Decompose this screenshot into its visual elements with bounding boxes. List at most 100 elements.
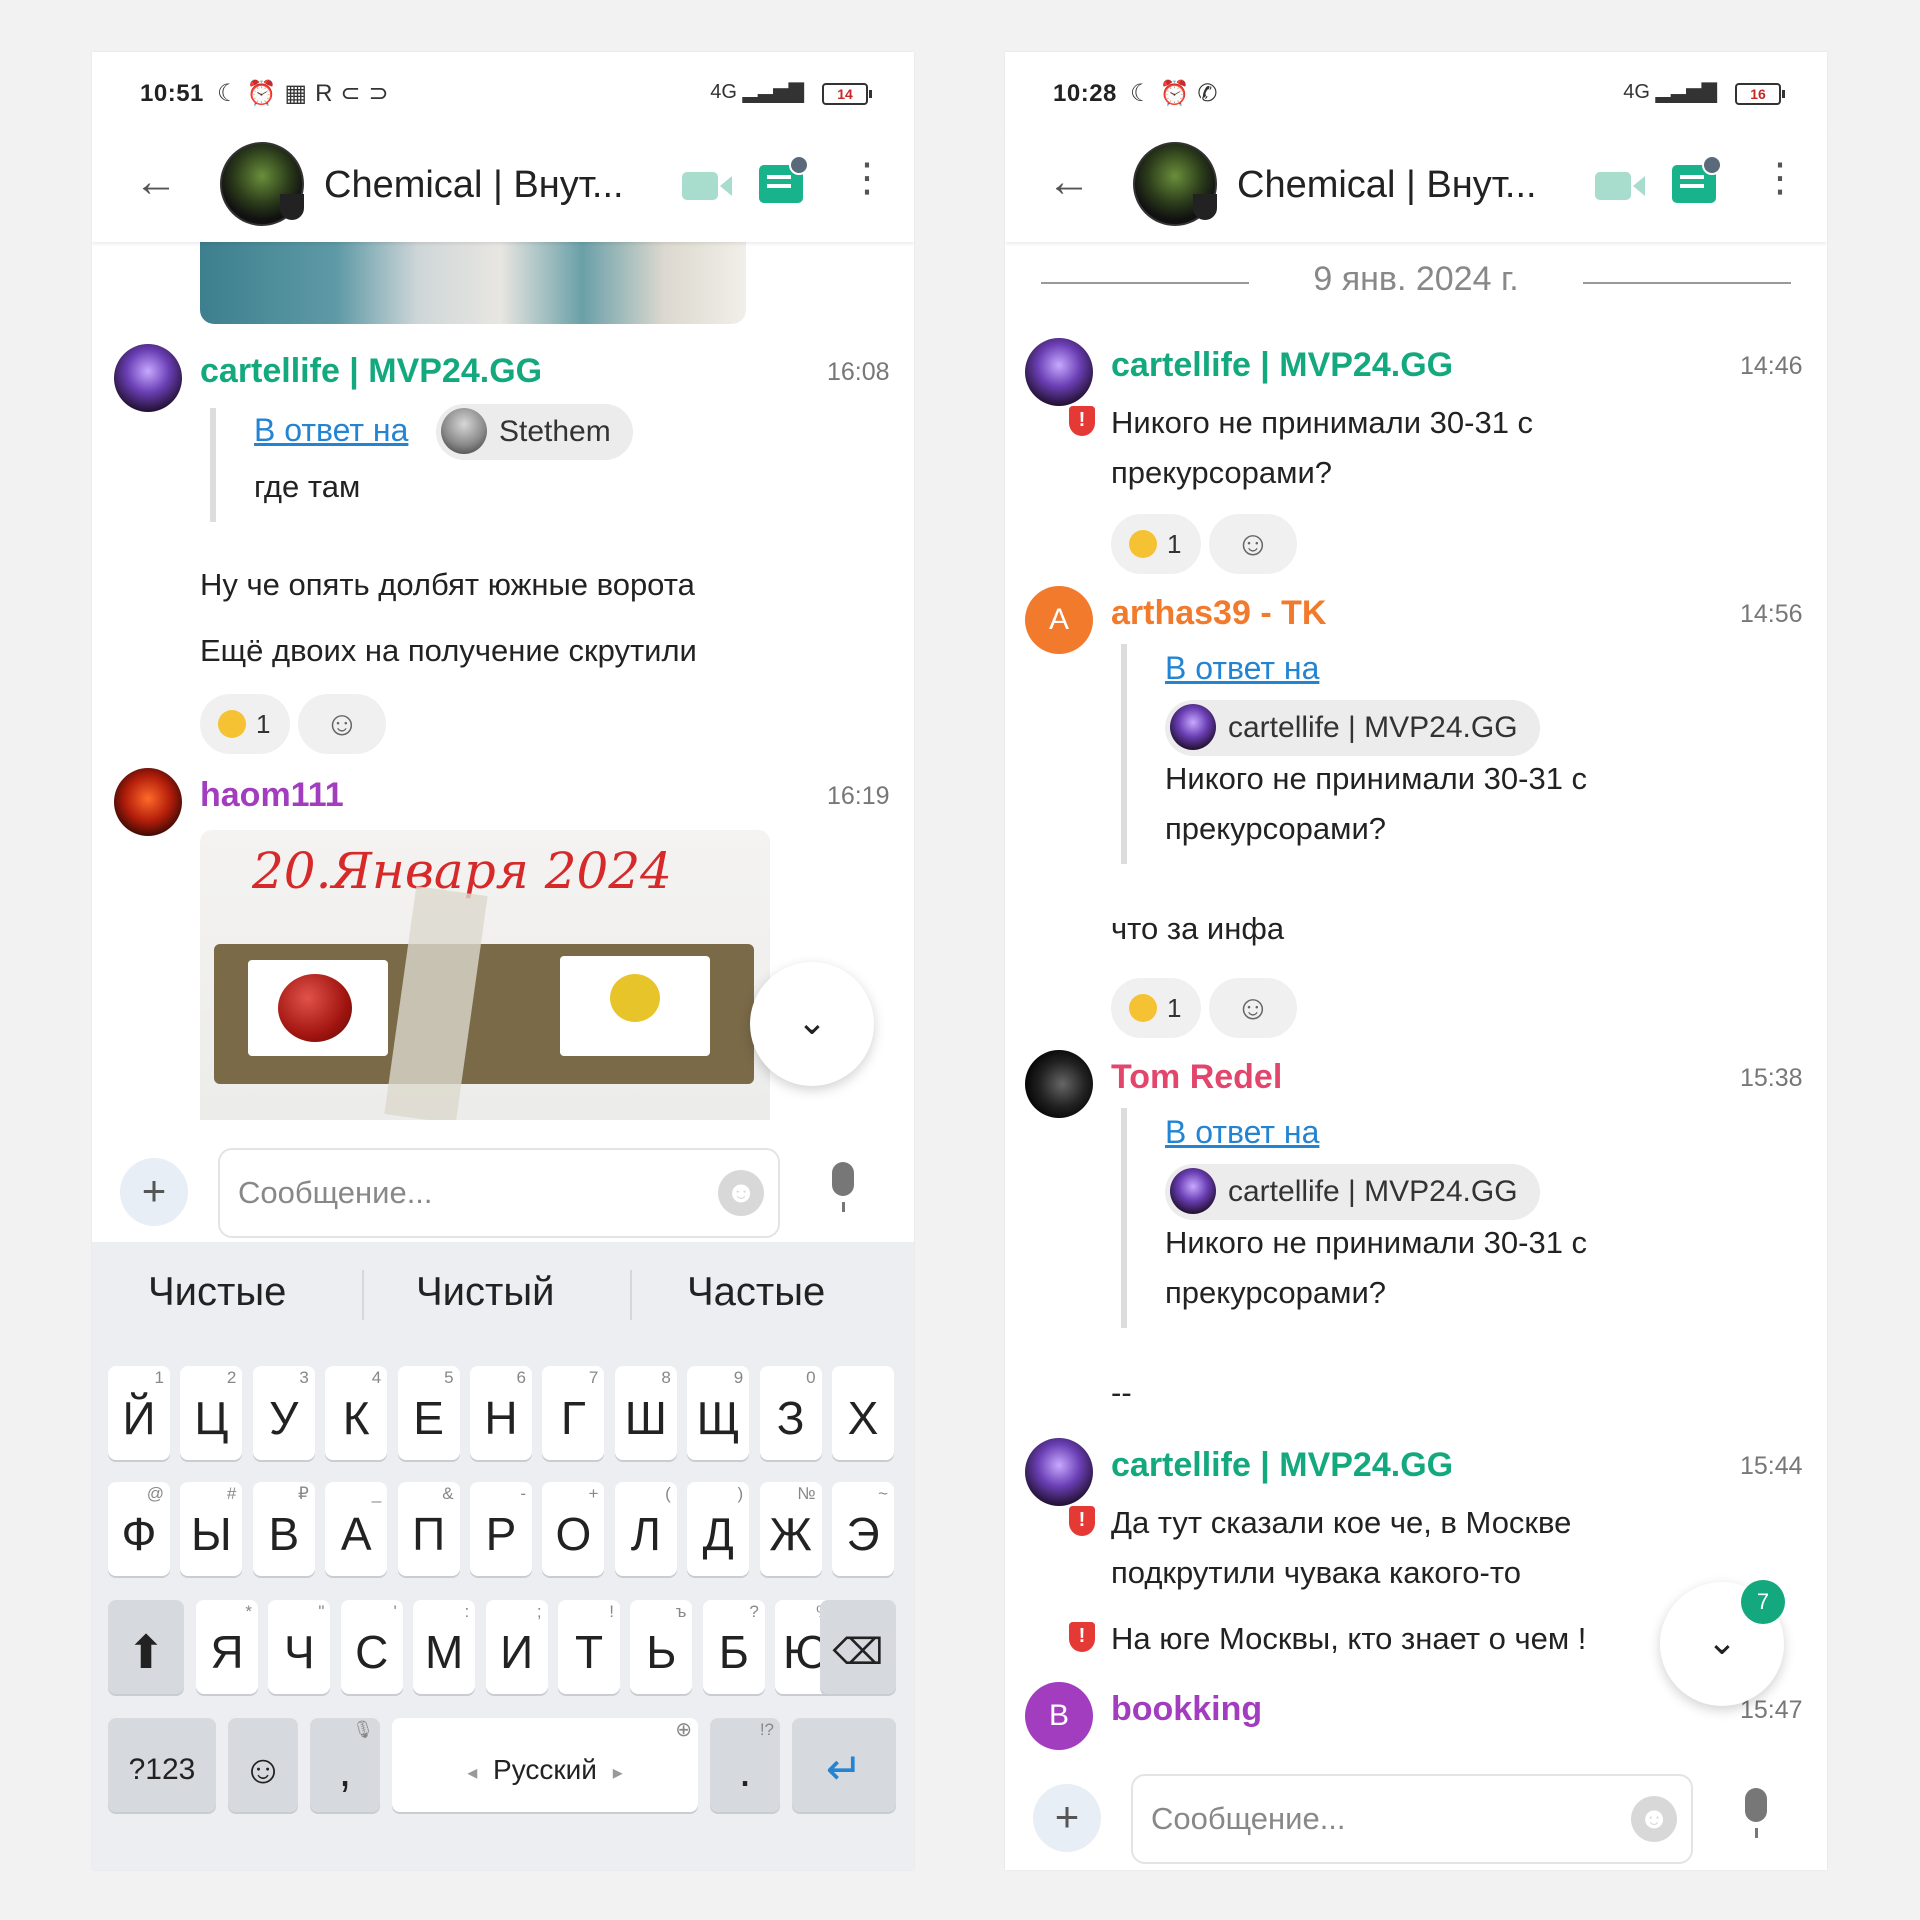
avatar[interactable] — [114, 768, 182, 836]
key-letter[interactable]: * Я — [196, 1600, 258, 1694]
key-letter[interactable]: 2Ц — [180, 1366, 243, 1460]
mic-hint-icon: 🎙 — [352, 1720, 374, 1739]
key-letter[interactable]: # Ы — [180, 1482, 243, 1576]
emoji-icon[interactable]: ☻ — [718, 1170, 764, 1216]
avatar[interactable] — [1025, 338, 1093, 406]
key-letter[interactable]: " Ч — [268, 1600, 331, 1694]
message-image[interactable]: 20.Января 2024 — [200, 830, 770, 1120]
chat-title[interactable]: Chemical | Внут... — [324, 164, 624, 207]
enter-key[interactable]: ↵ — [792, 1718, 896, 1812]
key-letter[interactable]: _ А — [325, 1482, 388, 1576]
key-letter[interactable]: ) Д — [687, 1482, 750, 1576]
key-letter[interactable]: 6Н — [470, 1366, 532, 1460]
keyboard-suggestions: Чистые Чистый Частые — [92, 1242, 914, 1342]
video-call-icon[interactable] — [1595, 172, 1645, 200]
key-letter[interactable]: ! Т — [558, 1600, 620, 1694]
avatar[interactable] — [114, 344, 182, 412]
author-name[interactable]: Tom Redel — [1111, 1058, 1282, 1097]
suggestion[interactable]: Чистый — [416, 1270, 554, 1315]
back-arrow-icon[interactable]: ← — [1047, 160, 1091, 204]
key-letter[interactable]: 0З — [759, 1366, 822, 1460]
avatar[interactable] — [1025, 1438, 1093, 1506]
key-letter[interactable]: 7Г — [542, 1366, 605, 1460]
battery-icon: 16 — [1735, 83, 1785, 105]
on-screen-keyboard: 1Й2Ц3У4К5Е6Н7Г8Ш9Щ0ЗХ @ Ф # Ы ₽ В _ А & П - Р + О(Л) Д… — [92, 1342, 914, 1870]
chat-avatar[interactable] — [220, 142, 304, 226]
message-input-box[interactable]: ☻ — [1131, 1774, 1693, 1864]
key-letter[interactable]: @ Ф — [108, 1482, 170, 1576]
key-letter[interactable]: ; И — [485, 1600, 548, 1694]
threads-icon[interactable] — [1672, 155, 1722, 203]
reaction-chip[interactable]: 1 — [1111, 978, 1201, 1038]
avatar[interactable] — [1025, 1050, 1093, 1118]
suggestion[interactable]: Частые — [687, 1270, 825, 1315]
microphone-icon[interactable] — [832, 1162, 854, 1212]
avatar[interactable]: A — [1025, 586, 1093, 654]
message-input[interactable] — [236, 1170, 710, 1216]
key-letter[interactable]: + О — [542, 1482, 605, 1576]
reply-author-chip[interactable]: Stethem — [436, 404, 633, 460]
attach-plus-button[interactable]: + — [120, 1158, 188, 1226]
symbols-key[interactable]: ?123 — [108, 1718, 216, 1812]
author-name[interactable]: cartellife | MVP24.GG — [200, 352, 542, 391]
microphone-icon[interactable] — [1745, 1788, 1767, 1838]
key-letter[interactable]: Х — [832, 1366, 894, 1460]
message-input[interactable] — [1149, 1796, 1623, 1842]
key-letter[interactable]: № Ж — [759, 1482, 822, 1576]
emoji-icon[interactable]: ☻ — [1631, 1796, 1677, 1842]
reply-text: Никого не принимали 30-31 с — [1165, 1225, 1588, 1260]
threads-icon[interactable] — [759, 155, 809, 203]
more-menu-icon[interactable]: ⋮ — [847, 158, 887, 198]
key-letter[interactable]: ₽ В — [252, 1482, 315, 1576]
backspace-key[interactable]: ⌫ — [820, 1600, 896, 1694]
key-letter[interactable]: & П — [397, 1482, 460, 1576]
chat-avatar[interactable] — [1133, 142, 1217, 226]
key-letter[interactable]: 8Ш — [614, 1366, 677, 1460]
reply-author-chip[interactable]: cartellife | MVP24.GG — [1165, 1164, 1540, 1220]
author-name[interactable]: haom111 — [200, 776, 344, 815]
key-letter[interactable]: -Р — [470, 1482, 532, 1576]
period-key[interactable]: !? . — [710, 1718, 780, 1812]
key-letter[interactable]: 9Щ — [687, 1366, 750, 1460]
comma-key[interactable]: 🎙 , — [310, 1718, 380, 1812]
shift-key[interactable]: ⬆ — [108, 1600, 184, 1694]
key-letter[interactable]: ъЬ — [630, 1600, 693, 1694]
reply-link[interactable]: В ответ на — [1165, 650, 1319, 687]
reply-link[interactable]: В ответ на — [254, 412, 408, 449]
author-name[interactable]: cartellife | MVP24.GG — [1111, 346, 1453, 385]
message-time: 15:38 — [1740, 1064, 1803, 1092]
chat-title[interactable]: Chemical | Внут... — [1237, 164, 1537, 207]
reply-link[interactable]: В ответ на — [1165, 1114, 1319, 1151]
add-reaction-button[interactable]: ☺ — [1209, 514, 1297, 574]
key-letter[interactable]: 5Е — [397, 1366, 460, 1460]
space-key[interactable]: ◂ Русский ▸ ⊕ — [392, 1718, 698, 1812]
more-menu-icon[interactable]: ⋮ — [1760, 158, 1800, 198]
message-image[interactable] — [200, 242, 746, 324]
key-letter[interactable]: ' С — [340, 1600, 403, 1694]
video-call-icon[interactable] — [682, 172, 732, 200]
message-input-box[interactable]: ☻ — [218, 1148, 780, 1238]
reaction-chip[interactable]: 1 — [1111, 514, 1201, 574]
add-reaction-button[interactable]: ☺ — [298, 694, 386, 754]
key-letter[interactable]: ~ Э — [832, 1482, 894, 1576]
suggestion[interactable]: Чистые — [148, 1270, 286, 1315]
key-letter[interactable]: :М — [413, 1600, 476, 1694]
emoji-key[interactable]: ☺ — [228, 1718, 298, 1812]
add-reaction-button[interactable]: ☺ — [1209, 978, 1297, 1038]
reply-author-chip[interactable]: cartellife | MVP24.GG — [1165, 700, 1540, 756]
key-letter[interactable]: 1Й — [108, 1366, 170, 1460]
avatar[interactable]: B — [1025, 1682, 1093, 1750]
author-name[interactable]: arthas39 - TK — [1111, 594, 1326, 633]
status-icons: ☾⏰✆ — [1130, 80, 1226, 107]
key-letter[interactable]: 4К — [325, 1366, 388, 1460]
author-name[interactable]: cartellife | MVP24.GG — [1111, 1446, 1453, 1485]
reaction-chip[interactable]: 1 — [200, 694, 290, 754]
attach-plus-button[interactable]: + — [1033, 1784, 1101, 1852]
key-letter[interactable]: (Л — [614, 1482, 677, 1576]
back-arrow-icon[interactable]: ← — [134, 160, 178, 204]
scroll-to-bottom-button[interactable]: ⌄ — [750, 962, 874, 1086]
key-letter[interactable]: ? Б — [702, 1600, 765, 1694]
key-letter[interactable]: 3У — [252, 1366, 315, 1460]
author-name[interactable]: bookking — [1111, 1690, 1262, 1729]
date-label: 9 янв. 2024 г. — [1313, 260, 1519, 298]
